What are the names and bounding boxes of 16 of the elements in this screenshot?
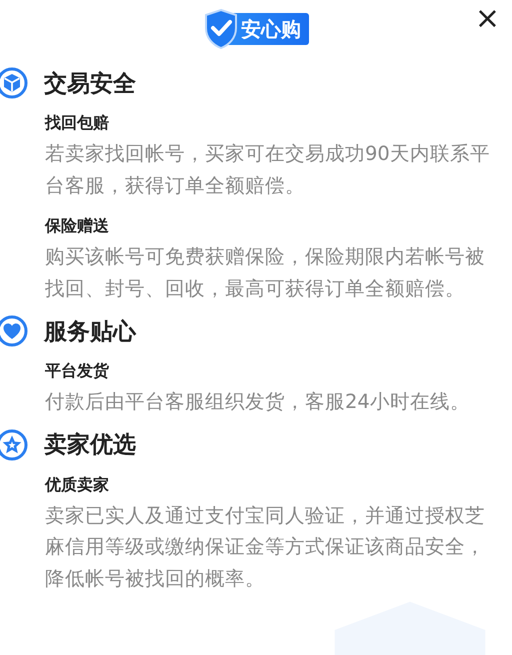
feature-description: 卖家已实人及通过支付宝同人验证，并通过授权芝麻信用等级或缴纳保证金等方式保证该商品安全，降低帐号被找回的概率。 xyxy=(45,502,486,592)
feature-title: 平台发货 xyxy=(45,360,109,382)
section-title: 交易安全 xyxy=(44,70,136,98)
feature-title: 保险赠送 xyxy=(45,215,109,237)
feature-description: 购买该帐号可免费获赠保险，保险期限内若帐号被找回、封号、回收，最高可获得订单全额赔偿。 xyxy=(45,244,486,302)
section-title: 服务贴心 xyxy=(44,318,136,346)
feature-title: 优质卖家 xyxy=(45,474,109,496)
feature-description: 若卖家找回帐号，买家可在交易成功90天内联系平台客服，获得订单全额赔偿。 xyxy=(45,141,491,198)
star-icon xyxy=(0,428,28,460)
shield-icon xyxy=(203,8,239,50)
section-title: 卖家优选 xyxy=(44,431,136,460)
feature-title: 找回包赔 xyxy=(45,112,109,134)
close-button[interactable]: × xyxy=(470,4,504,34)
cube-icon xyxy=(0,67,28,99)
feature-description: 付款后由平台客服组织发货，客服24小时在线。 xyxy=(45,389,471,415)
heart-icon xyxy=(0,315,28,347)
